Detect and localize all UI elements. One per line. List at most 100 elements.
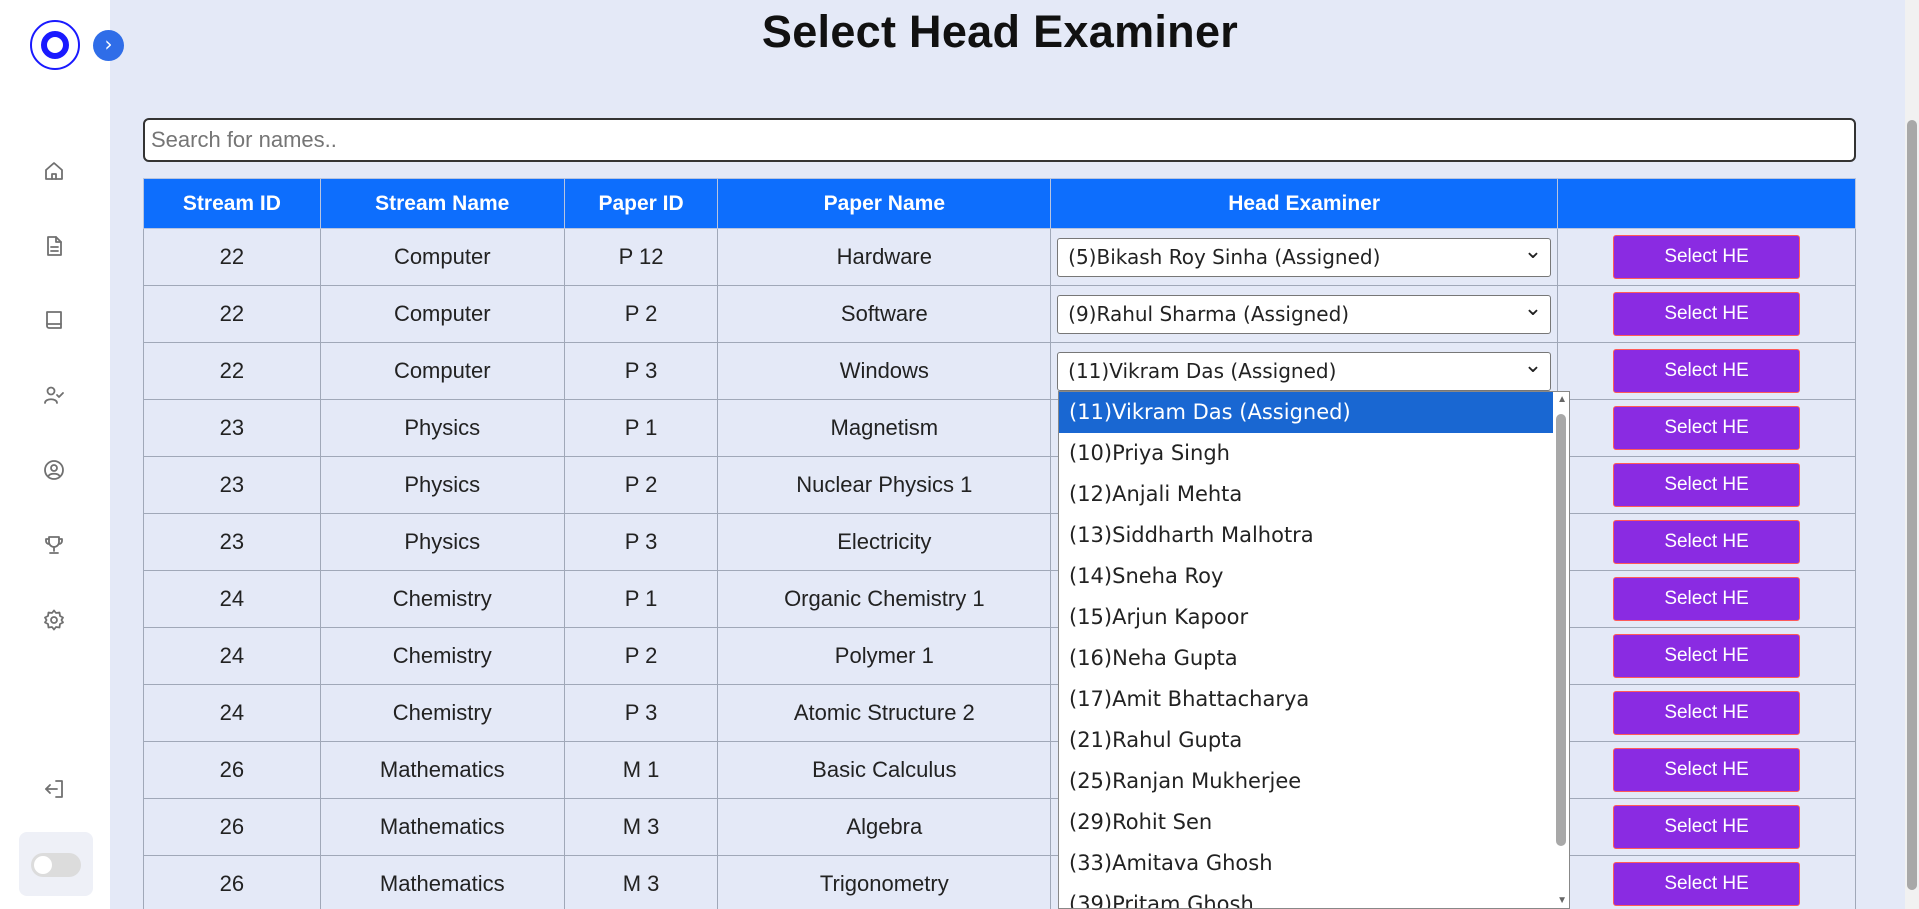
paper-name-cell: Electricity — [717, 513, 1052, 571]
home-icon[interactable] — [40, 157, 68, 185]
document-icon[interactable] — [40, 232, 68, 260]
dropdown-option[interactable]: (12)Anjali Mehta — [1059, 474, 1553, 515]
select-he-button[interactable]: Select HE — [1613, 748, 1801, 792]
stream-id-cell: 24 — [143, 570, 321, 628]
dropdown-option[interactable]: (14)Sneha Roy — [1059, 556, 1553, 597]
select-he-button[interactable]: Select HE — [1613, 292, 1801, 336]
table-row: 26 Mathematics M 3 Trigonometry Select HE — [143, 855, 1856, 909]
stream-id-cell: 26 — [143, 855, 321, 909]
head-examiner-select[interactable]: (5)Bikash Roy Sinha (Assigned) ⌄ — [1057, 237, 1552, 277]
stream-name-cell: Chemistry — [319, 684, 565, 742]
action-cell: Select HE — [1557, 684, 1856, 742]
table-row: 22 Computer P 12 Hardware (5)Bikash Roy Sinh… — [143, 228, 1856, 286]
chevron-down-icon: ⌄ — [1523, 296, 1543, 321]
paper-name-cell: Polymer 1 — [717, 627, 1052, 685]
logout-icon[interactable] — [40, 775, 68, 803]
sidebar-expand-button[interactable]: › — [93, 30, 124, 61]
head-examiner-select-value: (11)Vikram Das (Assigned) — [1068, 359, 1337, 383]
action-cell: Select HE — [1557, 513, 1856, 571]
select-he-button[interactable]: Select HE — [1613, 577, 1801, 621]
column-header — [1557, 178, 1856, 229]
action-cell: Select HE — [1557, 855, 1856, 909]
select-he-button[interactable]: Select HE — [1613, 406, 1801, 450]
book-icon[interactable] — [40, 306, 68, 334]
dropdown-scrollbar[interactable]: ▲ ▼ — [1553, 392, 1569, 908]
chevron-down-icon: ⌄ — [1523, 353, 1543, 378]
select-he-button[interactable]: Select HE — [1613, 235, 1801, 279]
select-he-button[interactable]: Select HE — [1613, 520, 1801, 564]
page-title: Select Head Examiner — [761, 6, 1239, 57]
paper-id-cell: P 2 — [563, 627, 719, 685]
table-row: 23 Physics P 3 Electricity Select HE — [143, 513, 1856, 571]
dropdown-option[interactable]: (39)Pritam Ghosh — [1059, 884, 1553, 908]
action-cell: Select HE — [1557, 228, 1856, 286]
action-cell: Select HE — [1557, 342, 1856, 400]
head-examiner-dropdown-list[interactable]: (11)Vikram Das (Assigned) (10)Priya Singh… — [1058, 391, 1570, 909]
dropdown-option[interactable]: (33)Amitava Ghosh — [1059, 843, 1553, 884]
trophy-icon[interactable] — [40, 531, 68, 559]
stream-id-cell: 24 — [143, 684, 321, 742]
table-header-row: Stream ID Stream Name Paper ID Paper Nam… — [143, 178, 1856, 229]
head-examiner-select[interactable]: (11)Vikram Das (Assigned) ⌄ — [1057, 351, 1552, 391]
paper-name-cell: Windows — [717, 342, 1052, 400]
stream-name-cell: Physics — [319, 513, 565, 571]
dropdown-option[interactable]: (15)Arjun Kapoor — [1059, 597, 1553, 638]
select-he-button[interactable]: Select HE — [1613, 463, 1801, 507]
page-scroll-thumb[interactable] — [1907, 120, 1917, 890]
page-scrollbar[interactable] — [1905, 0, 1919, 909]
table-row: 26 Mathematics M 1 Basic Calculus Select HE — [143, 741, 1856, 799]
sidebar — [0, 0, 110, 909]
table-row: 24 Chemistry P 1 Organic Chemistry 1 Select … — [143, 570, 1856, 628]
dropdown-option[interactable]: (29)Rohit Sen — [1059, 802, 1553, 843]
scroll-down-icon[interactable]: ▼ — [1557, 895, 1567, 906]
stream-name-cell: Computer — [319, 285, 565, 343]
select-he-button[interactable]: Select HE — [1613, 634, 1801, 678]
theme-toggle-container — [19, 832, 93, 896]
action-cell: Select HE — [1557, 570, 1856, 628]
action-cell: Select HE — [1557, 456, 1856, 514]
dropdown-scroll-thumb[interactable] — [1556, 414, 1566, 846]
select-he-button[interactable]: Select HE — [1613, 862, 1801, 906]
paper-name-cell: Hardware — [717, 228, 1052, 286]
stream-name-cell: Chemistry — [319, 570, 565, 628]
select-he-button[interactable]: Select HE — [1613, 691, 1801, 735]
settings-icon[interactable] — [40, 606, 68, 634]
select-he-button[interactable]: Select HE — [1613, 349, 1801, 393]
dropdown-option[interactable]: (25)Ranjan Mukherjee — [1059, 761, 1553, 802]
column-header: Head Examiner — [1050, 178, 1559, 229]
stream-id-cell: 23 — [143, 456, 321, 514]
stream-name-cell: Chemistry — [319, 627, 565, 685]
dropdown-option[interactable]: (10)Priya Singh — [1059, 433, 1553, 474]
table-row: 23 Physics P 2 Nuclear Physics 1 Select HE — [143, 456, 1856, 514]
user-circle-icon[interactable] — [40, 456, 68, 484]
dropdown-option[interactable]: (16)Neha Gupta — [1059, 638, 1553, 679]
paper-name-cell: Trigonometry — [717, 855, 1052, 909]
table-row: 22 Computer P 3 Windows (11)Vikram Das (Assi… — [143, 342, 1856, 400]
theme-toggle-switch[interactable] — [31, 853, 81, 877]
user-check-icon[interactable] — [40, 381, 68, 409]
stream-name-cell: Mathematics — [319, 741, 565, 799]
column-header: Stream ID — [143, 178, 321, 229]
stream-name-cell: Mathematics — [319, 798, 565, 856]
head-examiner-select[interactable]: (9)Rahul Sharma (Assigned) ⌄ — [1057, 294, 1552, 334]
scroll-up-icon[interactable]: ▲ — [1557, 394, 1567, 405]
dropdown-option[interactable]: (13)Siddharth Malhotra — [1059, 515, 1553, 556]
dropdown-option[interactable]: (17)Amit Bhattacharya — [1059, 679, 1553, 720]
action-cell: Select HE — [1557, 798, 1856, 856]
search-input[interactable] — [143, 118, 1856, 162]
paper-id-cell: P 1 — [563, 570, 719, 628]
paper-id-cell: M 3 — [563, 855, 719, 909]
dropdown-option[interactable]: (21)Rahul Gupta — [1059, 720, 1553, 761]
paper-id-cell: P 2 — [563, 285, 719, 343]
dropdown-option[interactable]: (11)Vikram Das (Assigned) — [1059, 392, 1553, 433]
select-he-button[interactable]: Select HE — [1613, 805, 1801, 849]
paper-id-cell: M 1 — [563, 741, 719, 799]
paper-name-cell: Nuclear Physics 1 — [717, 456, 1052, 514]
stream-id-cell: 22 — [143, 342, 321, 400]
examiner-table: Stream ID Stream Name Paper ID Paper Nam… — [143, 178, 1856, 909]
paper-name-cell: Algebra — [717, 798, 1052, 856]
stream-name-cell: Physics — [319, 399, 565, 457]
action-cell: Select HE — [1557, 399, 1856, 457]
paper-id-cell: P 3 — [563, 684, 719, 742]
head-examiner-select-value: (9)Rahul Sharma (Assigned) — [1068, 302, 1350, 326]
